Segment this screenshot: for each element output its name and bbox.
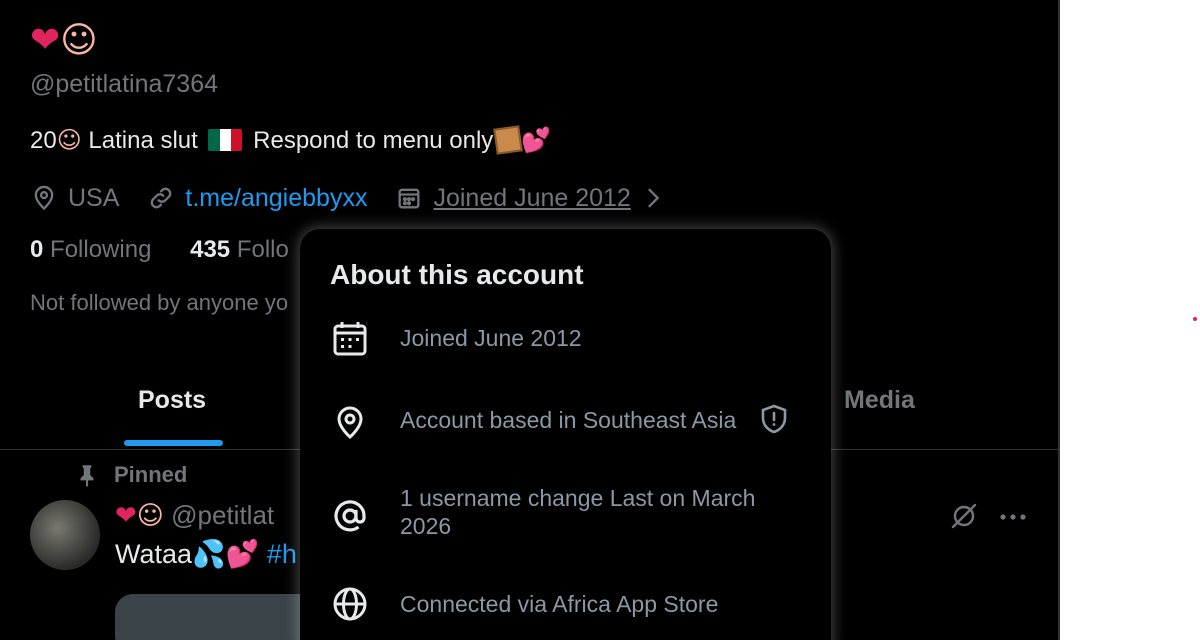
bio-hearts-emoji: 💕 <box>521 126 552 154</box>
joined-item[interactable]: Joined June 2012 <box>395 184 666 213</box>
bio-text-1: Latina slut <box>81 127 205 154</box>
about-based-text: Account based in Southeast Asia <box>400 407 737 433</box>
about-connected-text: Connected via Africa App Store <box>400 591 719 617</box>
link-icon <box>151 187 172 209</box>
shield-alert-icon[interactable] <box>758 403 790 435</box>
grok-icon[interactable] <box>948 500 980 532</box>
mexico-flag-icon <box>208 129 243 151</box>
location-item: USA <box>30 184 119 213</box>
about-account-popover: About this account Joined June 2012 Acco… <box>300 229 831 640</box>
active-tab-indicator <box>124 440 223 446</box>
profile-handle: @petitlatina7364 <box>30 70 219 98</box>
about-joined-text: Joined June 2012 <box>400 325 582 351</box>
tweet-text: Wataa💦💕 #h <box>115 538 297 570</box>
red-dot <box>1193 317 1197 321</box>
avatar[interactable] <box>30 500 100 570</box>
pinned-label: Pinned <box>74 462 187 488</box>
bio-smile-emoji: ☺ <box>56 126 82 154</box>
tweet-hashtag[interactable]: #h <box>267 539 297 569</box>
tweet-emoji: 💦💕 <box>192 539 260 570</box>
following-label: Following <box>50 236 152 263</box>
followers-label: Follo <box>236 236 289 263</box>
tweet-body: Wataa <box>115 539 193 569</box>
pinned-text: Pinned <box>114 462 188 487</box>
globe-icon <box>333 587 367 621</box>
about-row-username: 1 username change Last on March 2026 <box>330 484 810 540</box>
followers-link[interactable]: 435 Follo <box>190 236 289 263</box>
bio-prefix: 20 <box>30 127 57 154</box>
about-row-based: Account based in Southeast Asia <box>330 401 810 441</box>
about-row-joined: Joined June 2012 <box>330 319 810 359</box>
following-link[interactable]: 0 Following <box>30 236 151 263</box>
pin-icon <box>80 465 94 487</box>
following-count: 0 <box>30 236 44 263</box>
smiling-face-emoji: ☺ <box>60 20 98 61</box>
author-smile-emoji: ☺ <box>136 501 164 531</box>
calendar-icon <box>333 322 367 356</box>
at-sign-icon <box>334 500 366 532</box>
popover-title: About this account <box>330 259 584 290</box>
tab-posts[interactable]: Posts <box>138 386 206 415</box>
profile-meta: USA t.me/angiebbyxx Joined June 2012 <box>30 180 695 216</box>
tweet-author[interactable]: ❤☺ @petitlat <box>115 500 274 531</box>
about-row-connected: Connected via Africa App Store <box>330 584 810 624</box>
bio-text-2: Respond to menu only <box>246 127 494 154</box>
display-name: ❤☺ <box>30 18 98 63</box>
profile-bio: 20☺ Latina slut Respond to menu only 💕 <box>30 125 552 155</box>
follow-stats: 0 Following 435 Follo <box>30 236 321 264</box>
tab-media[interactable]: Media <box>844 386 915 415</box>
location-pin-icon <box>34 185 54 211</box>
followers-count: 435 <box>190 236 231 263</box>
heart-emoji: ❤ <box>30 20 61 61</box>
about-username-text: 1 username change Last on March 2026 <box>400 485 756 539</box>
package-icon <box>493 125 523 155</box>
tweet-author-handle: @petitlat <box>171 500 275 530</box>
joined-date-link[interactable]: Joined June 2012 <box>433 184 630 213</box>
calendar-icon <box>398 188 420 209</box>
not-followed-text: Not followed by anyone yo <box>30 290 289 315</box>
link-item[interactable]: t.me/angiebbyxx <box>147 184 367 213</box>
location-pin-icon <box>337 406 363 439</box>
author-heart-emoji: ❤ <box>115 501 137 531</box>
location-text: USA <box>68 183 120 212</box>
chevron-right-icon[interactable] <box>639 184 667 212</box>
more-icon[interactable] <box>998 512 1028 522</box>
profile-link[interactable]: t.me/angiebbyxx <box>185 184 367 213</box>
